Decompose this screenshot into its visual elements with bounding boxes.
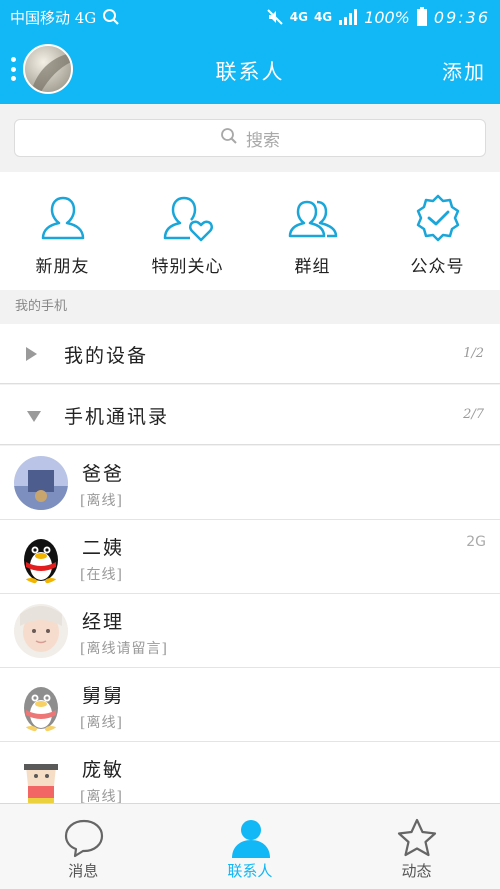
- tab-label: 动态: [401, 862, 432, 880]
- network-badge: 2G: [466, 534, 486, 550]
- tab-feed[interactable]: 动态: [333, 804, 500, 889]
- search-placeholder: 搜索: [246, 130, 280, 151]
- contact-name: 舅舅: [82, 685, 125, 707]
- tab-label: 联系人: [227, 862, 273, 880]
- contact-row[interactable]: 经理 [离线请留言]: [0, 594, 500, 668]
- signal-icon: [338, 8, 358, 26]
- search-icon: [220, 127, 238, 150]
- contact-status: [离线]: [80, 493, 123, 509]
- group-icon: [287, 192, 339, 244]
- contact-row[interactable]: 舅舅 [离线]: [0, 668, 500, 742]
- tab-label: 消息: [68, 862, 99, 880]
- contact-row[interactable]: 爸爸 [离线]: [0, 446, 500, 520]
- contact-name: 爸爸: [82, 463, 125, 485]
- section-label: 我的手机: [0, 290, 500, 324]
- battery-icon: [416, 7, 428, 27]
- avatar: [14, 752, 68, 806]
- quick-item-special-care[interactable]: 特别关心: [125, 172, 250, 290]
- search-area: 搜索: [0, 104, 500, 172]
- mute-icon: [266, 8, 284, 26]
- quick-label-official-account: 公众号: [410, 257, 465, 277]
- special-care-icon: [162, 192, 214, 244]
- group-count: 2/7: [463, 407, 484, 422]
- avatar: [14, 456, 68, 510]
- group-count: 1/2: [463, 346, 484, 361]
- page-title: 联系人: [215, 60, 285, 84]
- chevron-down-icon: [27, 411, 41, 422]
- contact-status: [离线请留言]: [80, 641, 168, 657]
- contact-name: 经理: [82, 611, 125, 633]
- contact-name: 庞敏: [82, 759, 125, 781]
- penguin-avatar-icon: [14, 678, 68, 732]
- star-icon: [396, 818, 438, 858]
- contacts-icon: [230, 818, 272, 858]
- contact-name: 二姨: [82, 537, 125, 559]
- chat-bubble-icon: [63, 818, 105, 858]
- group-my-devices[interactable]: 我的设备 1/2: [0, 324, 500, 384]
- quick-label-group: 群组: [294, 257, 331, 277]
- group-phone-contacts[interactable]: 手机通讯录 2/7: [0, 385, 500, 445]
- group-name: 我的设备: [64, 345, 149, 367]
- search-input[interactable]: 搜索: [14, 119, 486, 157]
- chevron-right-icon: [26, 347, 37, 361]
- contact-row[interactable]: 二姨 [在线] 2G: [0, 520, 500, 594]
- quick-item-new-friend[interactable]: 新朋友: [0, 172, 125, 290]
- search-icon: [102, 8, 120, 26]
- bottom-tab-bar: 消息 联系人 动态: [0, 803, 500, 889]
- network-type-1: 4G: [289, 10, 308, 24]
- tab-messages[interactable]: 消息: [0, 804, 167, 889]
- avatar: [14, 604, 68, 658]
- quick-label-new-friend: 新朋友: [35, 257, 90, 277]
- quick-entries: 新朋友 特别关心 群组 公众号: [0, 172, 500, 290]
- contact-status: [离线]: [80, 715, 123, 731]
- add-button[interactable]: 添加: [442, 56, 486, 85]
- penguin-avatar-icon: [14, 530, 68, 584]
- group-name: 手机通讯录: [64, 406, 170, 428]
- contact-status: [在线]: [80, 567, 123, 583]
- quick-item-group[interactable]: 群组: [250, 172, 375, 290]
- new-friend-icon: [37, 192, 89, 244]
- official-account-icon: [412, 192, 464, 244]
- app-header: 联系人 添加: [0, 34, 500, 104]
- quick-label-special-care: 特别关心: [151, 257, 224, 277]
- status-bar: 中国移动 4G 4G 4G 100% 09:36: [0, 0, 500, 34]
- battery-percent: 100%: [364, 7, 410, 27]
- carrier-label: 中国移动 4G: [10, 8, 97, 27]
- clock: 09:36: [433, 7, 490, 27]
- tab-contacts[interactable]: 联系人: [167, 804, 334, 889]
- quick-item-official-account[interactable]: 公众号: [375, 172, 500, 290]
- network-type-2: 4G: [313, 10, 333, 24]
